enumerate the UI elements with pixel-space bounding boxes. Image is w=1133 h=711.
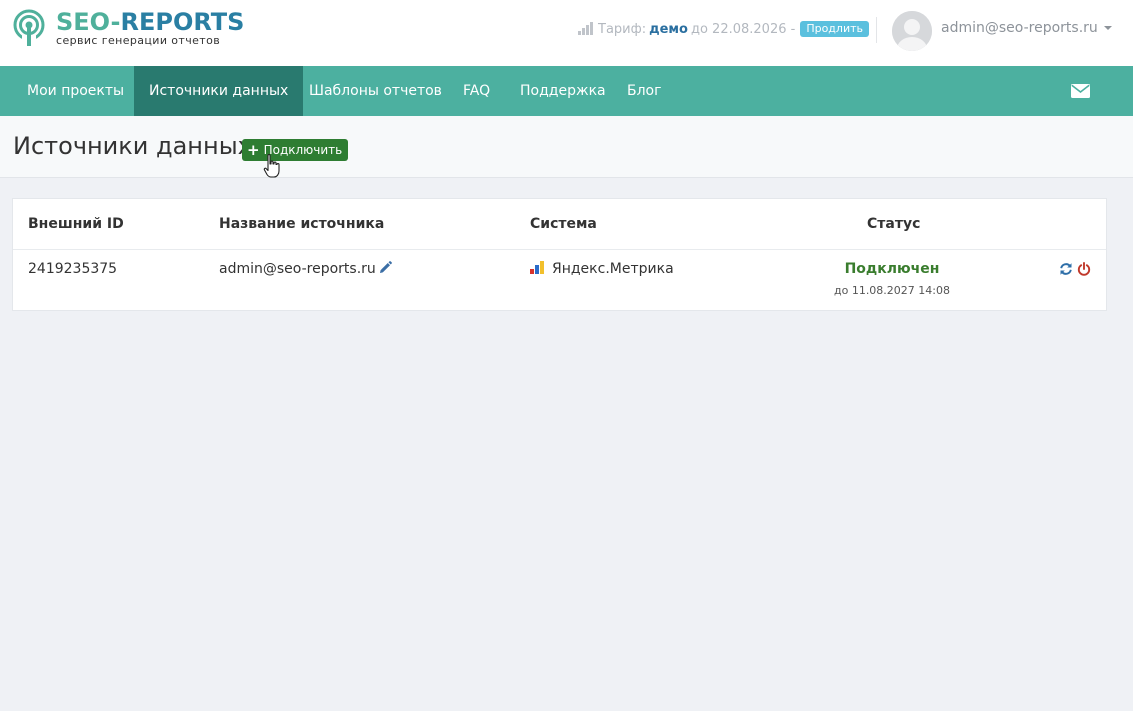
pencil-icon[interactable]: [379, 261, 392, 274]
brand-logo[interactable]: SEO-REPORTS сервис генерации отчетов: [12, 9, 244, 47]
brand-title: SEO-REPORTS: [56, 9, 244, 35]
page-header: Источники данных + Подключить: [0, 116, 1133, 178]
refresh-icon[interactable]: [1059, 262, 1073, 276]
signal-bars-icon: [578, 22, 594, 35]
tariff-plan: демо: [649, 21, 688, 37]
plus-icon: +: [247, 141, 260, 159]
column-header-source-name: Название источника: [219, 216, 385, 232]
brand-title-seo: SEO-: [56, 8, 121, 36]
column-header-system: Система: [530, 216, 597, 232]
nav-item-report-templates[interactable]: Шаблоны отчетов: [294, 66, 457, 116]
caret-down-icon: [1103, 26, 1112, 30]
brand-subtitle: сервис генерации отчетов: [56, 34, 221, 47]
hand-pointer-icon: [263, 154, 280, 178]
brand-title-reports: REPORTS: [120, 8, 245, 36]
top-header: SEO-REPORTS сервис генерации отчетов Тар…: [0, 0, 1133, 66]
user-email: admin@seo-reports.ru: [941, 20, 1098, 36]
tariff-until: до 22.08.2026 -: [690, 21, 796, 37]
cell-system: Яндекс.Метрика: [530, 261, 674, 277]
brand-text: SEO-REPORTS сервис генерации отчетов: [56, 9, 244, 47]
page-title: Источники данных: [13, 132, 252, 160]
signal-tower-icon: [13, 9, 45, 47]
source-name-text: admin@seo-reports.ru: [219, 261, 376, 277]
header-divider: [876, 17, 877, 43]
extend-button[interactable]: Продлить: [800, 21, 869, 37]
user-menu[interactable]: admin@seo-reports.ru: [941, 20, 1112, 36]
nav-item-support[interactable]: Поддержка: [505, 66, 621, 116]
column-header-external-id: Внешний ID: [28, 216, 124, 232]
column-header-status: Статус: [867, 216, 921, 232]
connect-button[interactable]: + Подключить: [242, 139, 349, 161]
nav-item-blog[interactable]: Блог: [612, 66, 676, 116]
nav-item-projects[interactable]: Мои проекты: [12, 66, 139, 116]
user-silhouette-icon: [892, 11, 932, 51]
tariff-label: Тариф:: [598, 21, 647, 37]
cell-external-id: 2419235375: [28, 261, 118, 277]
status-expiry: до 11.08.2027 14:08: [833, 284, 950, 297]
envelope-icon[interactable]: [1071, 84, 1090, 98]
main-nav: Мои проекты Источники данных Шаблоны отч…: [0, 66, 1133, 116]
power-icon[interactable]: [1077, 262, 1091, 276]
header-row-divider: [13, 249, 1106, 250]
nav-item-data-sources[interactable]: Источники данных: [134, 66, 304, 116]
cell-source-name: admin@seo-reports.ru: [219, 261, 392, 277]
tariff-info: Тариф: демо до 22.08.2026 - Продлить: [578, 21, 869, 37]
system-name: Яндекс.Метрика: [552, 261, 674, 277]
yandex-metrika-icon: [530, 261, 546, 274]
status-badge: Подключен: [844, 261, 940, 277]
nav-item-faq[interactable]: FAQ: [448, 66, 505, 116]
avatar[interactable]: [892, 11, 932, 51]
data-sources-table: Внешний ID Название источника Система Ст…: [12, 198, 1107, 311]
